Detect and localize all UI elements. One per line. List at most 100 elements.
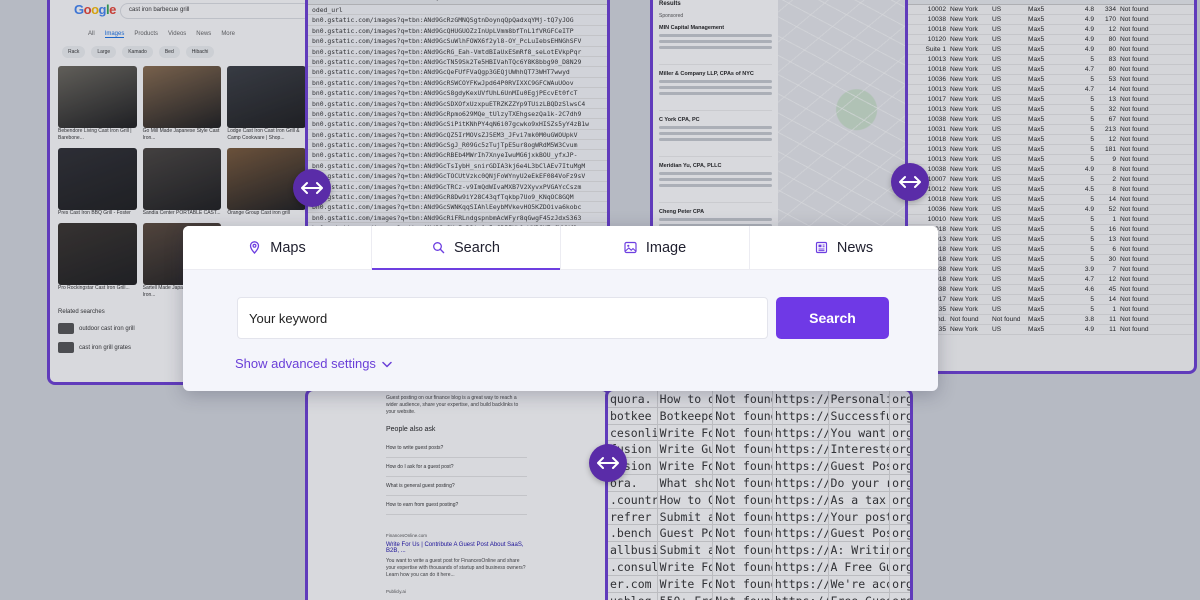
table-cell: org: [892, 559, 910, 574]
table-cell: US: [992, 226, 1002, 233]
image-caption: Lodge Cast Iron Cast Iron Grill & Camp C…: [227, 128, 300, 141]
table-cell: 5: [1090, 106, 1094, 113]
table-cell: Max5: [1028, 326, 1045, 333]
advanced-settings-toggle[interactable]: Show advanced settings: [235, 356, 938, 371]
table-cell: What sho: [659, 474, 714, 491]
table-cell: Not found: [1120, 196, 1149, 203]
table-cell: New York: [950, 136, 978, 143]
text-line: [659, 92, 772, 95]
tab-maps[interactable]: Maps: [183, 226, 372, 269]
map-pin-icon: [250, 241, 260, 254]
google-chips: Rack Large Kamado Bed Hibachi: [62, 46, 306, 58]
table-cell: https://fina: [773, 424, 829, 441]
table-row: fusionWrite GueNot found.https://wwInter…: [608, 441, 910, 459]
table-cell: 181: [1104, 146, 1116, 153]
resize-handle[interactable]: [891, 163, 929, 201]
image-result: Bebendore Living Cast Iron Grill | Bareb…: [58, 66, 137, 142]
url-list: bn0.gstatic.com/images?q=tbn:ANd9GcRzGMN…: [308, 15, 607, 234]
table-cell: 11: [1109, 316, 1116, 323]
table-cell: 5: [1090, 126, 1094, 133]
table-cell: New York: [950, 286, 978, 293]
image-result: Go Mill Made Japanese Style Cast Iron...: [142, 66, 222, 142]
table-cell: 5: [1090, 96, 1094, 103]
resize-handle[interactable]: [589, 444, 627, 482]
table-cell: 6: [1112, 246, 1116, 253]
url-header-cell: oded_url: [308, 5, 607, 16]
table-cell: Not found: [1120, 216, 1149, 223]
table-cell: https://cur: [773, 592, 829, 600]
table-cell: https://ww: [773, 441, 829, 458]
table-cell: US: [992, 56, 1002, 63]
tab-search[interactable]: Search: [372, 226, 561, 270]
table-cell: 5: [1090, 76, 1094, 83]
table-cell: New York: [950, 86, 978, 93]
table-cell: Not found: [1120, 66, 1149, 73]
keyword-input[interactable]: [237, 297, 768, 339]
people-also-ask-item: What is general guest posting?: [386, 477, 527, 496]
table-cell: You want to: [829, 424, 891, 441]
table-cell: US: [992, 236, 1002, 243]
table-cell: New York: [950, 216, 978, 223]
thumbnail: [58, 342, 74, 353]
maps-result-item: Miller & Company LLP, CPAs of NYC: [659, 65, 772, 111]
table-row: 10120 New York US Max5 4.9 80 Not found: [908, 35, 1194, 45]
resize-handle[interactable]: [293, 169, 331, 207]
search-panel: Maps Search Image News Search Show advan…: [183, 226, 938, 391]
image-result: Sandia Center PORTABLE CAST...: [142, 148, 222, 217]
table-cell: 4.7: [1084, 86, 1094, 93]
tab-news[interactable]: News: [750, 226, 938, 269]
table-cell: Max5: [1028, 26, 1045, 33]
google-tab: Products: [134, 31, 159, 37]
table-cell: 5: [1090, 296, 1094, 303]
table-cell: 16: [1108, 226, 1116, 233]
table-row: 10013 New York US Max5 5 9 Not found: [908, 155, 1194, 165]
table-cell: New York: [950, 166, 978, 173]
table-cell: org: [890, 593, 910, 600]
table-cell: Max5: [1028, 76, 1045, 83]
table-cell: 5: [1090, 256, 1094, 263]
table-cell: Not found.: [713, 508, 773, 525]
table-cell: US: [992, 146, 1002, 153]
table-cell: US: [992, 26, 1002, 33]
table-cell: 5: [1090, 226, 1094, 233]
table-cell: New York: [950, 226, 978, 233]
advanced-settings-label: Show advanced settings: [235, 356, 376, 371]
search-results-sheet: quora.How to deNot found.https://wwPerso…: [605, 388, 913, 600]
search-button[interactable]: Search: [776, 297, 889, 339]
url-cell: bn0.gstatic.com/images?q=tbn:ANd9GcRG_Ea…: [308, 47, 607, 57]
url-cell: bn0.gstatic.com/images?q=tbn:ANd9GcSuWlh…: [308, 36, 607, 47]
table-cell: 5: [1090, 136, 1094, 143]
table-cell: 10018: [927, 26, 946, 33]
table-cell: 13: [1108, 96, 1116, 103]
result-source-2: Publicly.ai: [386, 589, 406, 594]
table-row: 35 New York US Max5 5 1 Not found: [908, 305, 1194, 315]
table-cell: US: [992, 166, 1002, 173]
tab-label: Search: [454, 239, 500, 256]
table-row: 10038New YorkUSMax53.97Not found: [908, 265, 1194, 275]
table-cell: Not found: [1120, 266, 1149, 273]
text-line: [659, 132, 772, 135]
text-line: [659, 184, 772, 187]
table-cell: Not found: [1120, 96, 1149, 103]
table-cell: 67: [1108, 116, 1116, 123]
table-cell: US: [992, 66, 1002, 73]
table-cell: Not found: [1120, 116, 1149, 123]
table-cell: 5: [1090, 236, 1094, 243]
tab-image[interactable]: Image: [561, 226, 750, 269]
table-cell: New York: [950, 26, 978, 33]
table-cell: .countr: [610, 491, 658, 508]
table-cell: Max5: [1028, 276, 1045, 283]
horizontal-arrows-icon: [597, 457, 619, 469]
table-cell: cesonli: [610, 424, 658, 441]
table-cell: Guest Post G: [829, 525, 891, 542]
related-item-label: outdoor cast iron grill: [79, 325, 135, 332]
table-cell: New York: [950, 326, 978, 333]
table-cell: Max5: [1028, 206, 1045, 213]
google-search-box: cast iron barbecue grill: [120, 3, 312, 19]
table-cell: Not found: [1120, 146, 1149, 153]
url-cell: bn0.gstatic.com/images?q=tbn:ANd9GcS8gdy…: [308, 88, 607, 99]
image-thumbnail: [58, 148, 137, 210]
table-cell: Max5: [1028, 46, 1045, 53]
url-cell: bn0.gstatic.com/images?q=tbn:ANd9GcR8Dw9…: [308, 192, 607, 203]
table-cell: US: [992, 196, 1002, 203]
